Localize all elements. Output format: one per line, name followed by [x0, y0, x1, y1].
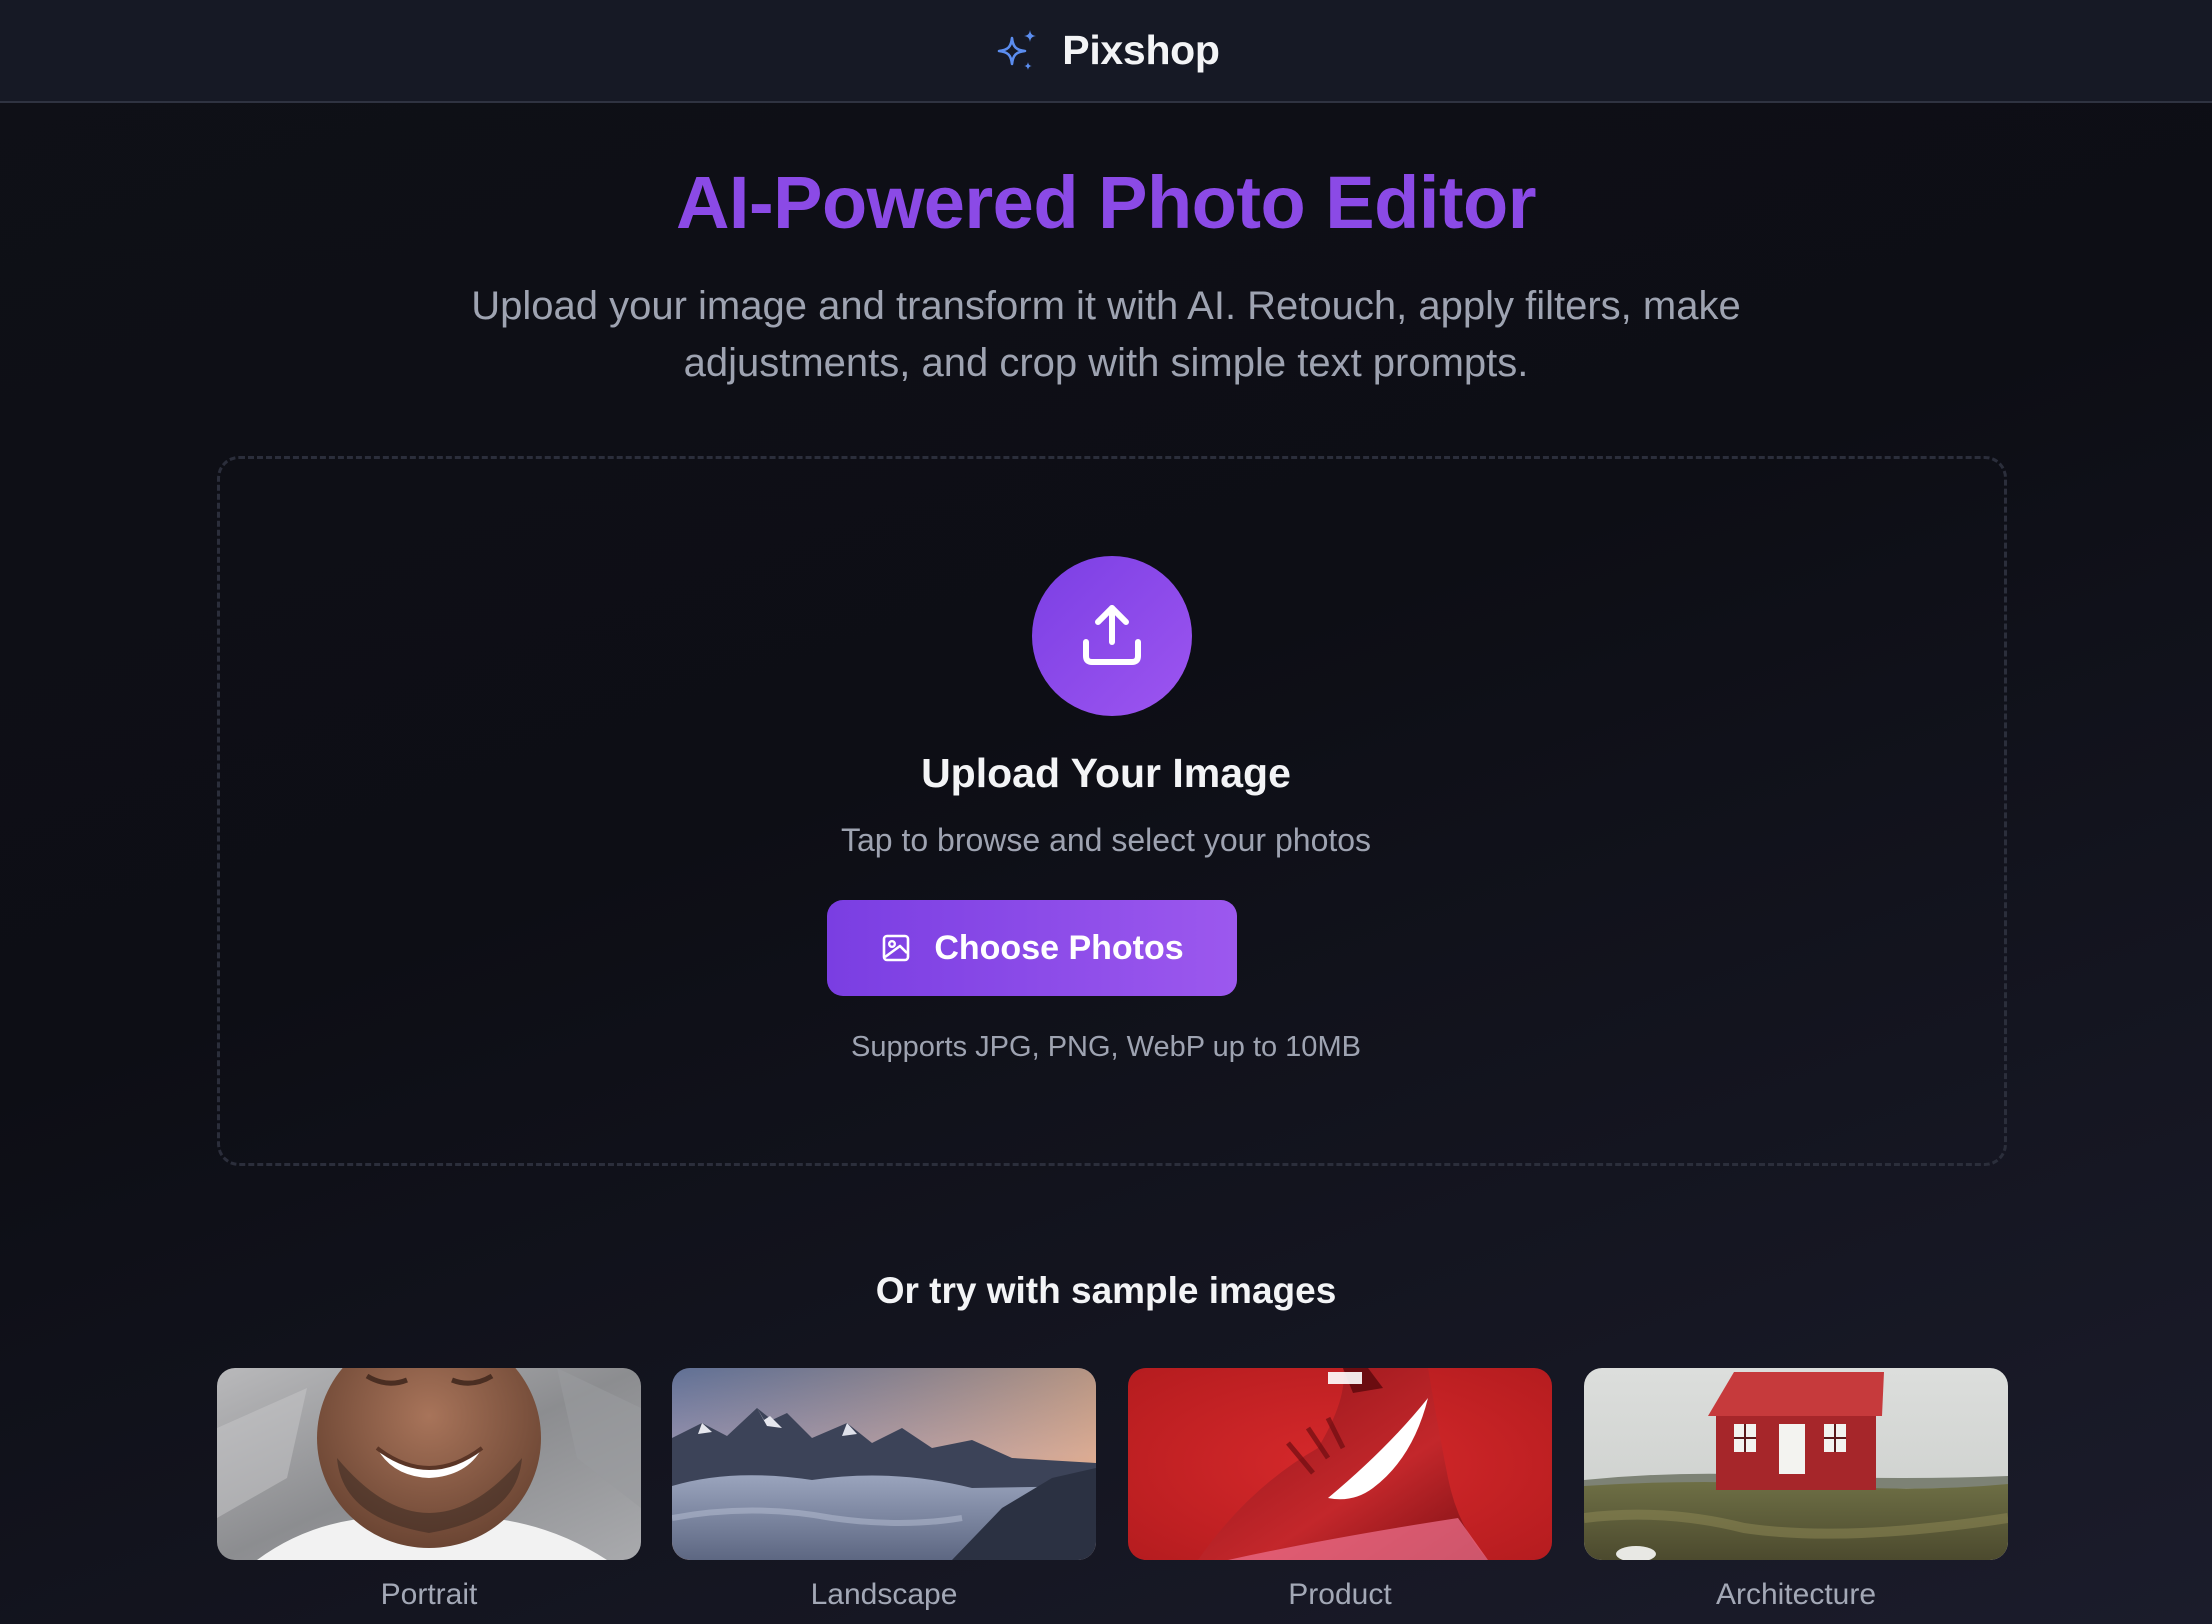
sample-label: Product [1288, 1578, 1392, 1611]
upload-subtitle: Tap to browse and select your photos [840, 822, 1372, 858]
upload-icon [1083, 605, 1141, 665]
choose-photos-button[interactable]: Choose Photos [827, 900, 1237, 996]
image-icon [883, 934, 910, 962]
choose-photos-label: Choose Photos [934, 928, 1184, 967]
sample-label: Portrait [380, 1578, 478, 1611]
portrait-thumbnail [217, 1368, 641, 1560]
sparkles-icon [997, 29, 1037, 70]
supported-formats-note: Supports JPG, PNG, WebP up to 10MB [851, 1031, 1361, 1063]
architecture-thumbnail [1584, 1368, 2008, 1560]
sample-product[interactable]: Product [1128, 1368, 1552, 1612]
page-title: AI-Powered Photo Editor [675, 161, 1537, 244]
app-name: Pixshop [1062, 27, 1220, 73]
sample-label: Architecture [1715, 1578, 1877, 1611]
upload-icon-circle[interactable] [1032, 556, 1192, 716]
landscape-thumbnail [672, 1368, 1096, 1560]
product-thumbnail [1128, 1368, 1552, 1560]
brand[interactable]: Pixshop [992, 26, 1220, 76]
page-subtitle: Upload your image and transform it with … [471, 284, 1741, 385]
sample-architecture[interactable]: Architecture [1584, 1368, 2008, 1612]
sample-portrait[interactable]: Portrait [217, 1368, 641, 1612]
sample-landscape[interactable]: Landscape [672, 1368, 1096, 1612]
upload-title: Upload Your Image [921, 750, 1291, 796]
samples-heading: Or try with sample images [875, 1270, 1337, 1311]
app-header: Pixshop [0, 0, 2212, 103]
sample-label: Landscape [810, 1578, 958, 1611]
